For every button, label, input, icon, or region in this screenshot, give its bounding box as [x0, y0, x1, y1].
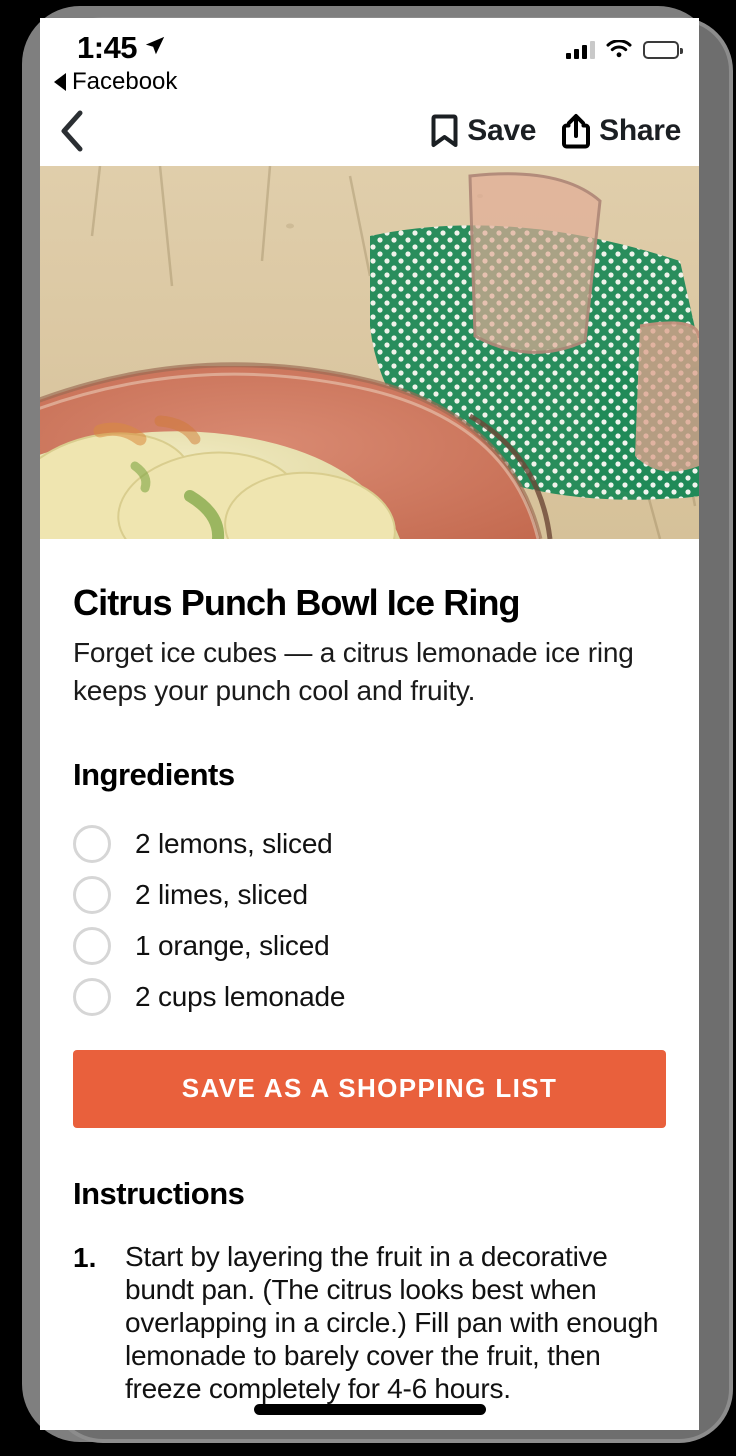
recipe-description: Forget ice cubes — a citrus lemonade ice… — [73, 637, 634, 706]
bookmark-icon — [431, 114, 458, 147]
ingredient-checkbox[interactable] — [73, 825, 111, 864]
cellular-signal-icon — [566, 40, 595, 59]
share-icon — [562, 114, 591, 149]
navigation-bar: Save Share — [40, 96, 699, 166]
step-text: Start by layering the fruit in a decorat… — [125, 1240, 659, 1404]
ingredient-label: 2 cups lemonade — [135, 981, 346, 1013]
ingredient-checkbox[interactable] — [73, 876, 111, 915]
status-time: 1:45 — [77, 30, 138, 65]
recipe-article: Citrus Punch Bowl Ice Ring Forget ice cu… — [40, 582, 699, 1405]
back-button[interactable] — [60, 110, 100, 152]
ingredients-heading: Ingredients — [73, 756, 235, 792]
status-bar: 1:45 Facebook — [40, 18, 699, 96]
ingredient-label: 2 limes, sliced — [135, 879, 308, 911]
save-label: Save — [467, 114, 537, 147]
wifi-icon — [606, 40, 632, 58]
list-item: 1. Start by layering the fruit in a deco… — [73, 1240, 666, 1405]
hero-illustration — [40, 166, 699, 539]
page-title: Citrus Punch Bowl Ice Ring — [73, 582, 521, 623]
recipe-hero-image — [40, 166, 699, 539]
save-button[interactable]: Save — [431, 114, 536, 148]
share-label: Share — [599, 114, 681, 147]
chevron-left-icon — [61, 110, 83, 152]
ingredients-list: 2 lemons, sliced 2 limes, sliced 1 orang… — [73, 819, 666, 1023]
phone-screen: 1:45 Facebook Save Share Citrus Punch Bo… — [40, 18, 699, 1430]
back-triangle-icon — [54, 73, 66, 91]
list-item[interactable]: 2 cups lemonade — [73, 972, 666, 1023]
ingredient-checkbox[interactable] — [73, 978, 111, 1017]
instructions-list: 1. Start by layering the fruit in a deco… — [73, 1240, 666, 1405]
list-item[interactable]: 1 orange, sliced — [73, 921, 666, 972]
step-number: 1. — [73, 1241, 97, 1273]
ingredient-label: 1 orange, sliced — [135, 930, 330, 962]
list-item[interactable]: 2 lemons, sliced — [73, 819, 666, 870]
save-as-shopping-list-button[interactable]: SAVE AS A SHOPPING LIST — [73, 1049, 666, 1128]
share-button[interactable]: Share — [562, 113, 681, 149]
location-arrow-icon — [145, 36, 165, 55]
battery-icon — [643, 40, 683, 59]
instructions-heading: Instructions — [73, 1175, 245, 1211]
back-to-app-button[interactable]: Facebook — [54, 68, 177, 96]
ingredient-checkbox[interactable] — [73, 927, 111, 966]
status-indicators — [566, 40, 683, 59]
ingredient-label: 2 lemons, sliced — [135, 828, 333, 860]
home-indicator-bar[interactable] — [253, 1404, 486, 1415]
list-item[interactable]: 2 limes, sliced — [73, 870, 666, 921]
back-app-label: Facebook — [72, 68, 178, 95]
